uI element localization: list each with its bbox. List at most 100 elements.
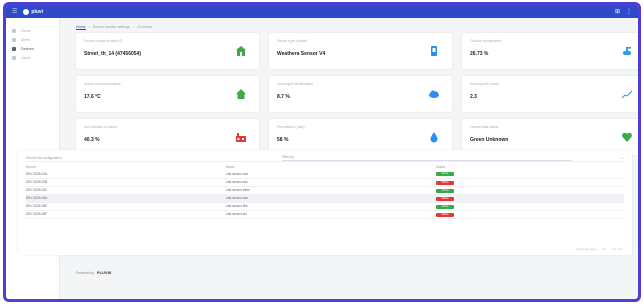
chevron-down-icon[interactable]: ⌄ bbox=[621, 155, 624, 160]
sidebar-item-devices[interactable]: Devices bbox=[6, 44, 59, 53]
card-label: Device type (model) bbox=[277, 39, 308, 43]
table-row[interactable]: DEV-2025-02B unit-sensor-two Offline bbox=[26, 178, 624, 187]
cell-name: unit-sensor-six bbox=[226, 210, 436, 219]
cell-status: Offline bbox=[436, 194, 624, 203]
rows-per-page-select[interactable]: 10 bbox=[602, 247, 605, 251]
card-label: Device unique location ID bbox=[84, 39, 123, 43]
card-label: Wind speed in kmh bbox=[470, 82, 499, 86]
status-badge: Active bbox=[436, 204, 454, 209]
table-row[interactable]: DEV-2025-03C unit-sensor-three Active bbox=[26, 186, 624, 195]
card-value: 2.3 bbox=[470, 94, 477, 100]
nav-icon bbox=[12, 46, 16, 51]
cell-name: unit-sensor-five bbox=[226, 202, 436, 211]
card-value: Green Unknown bbox=[470, 137, 509, 143]
table-row[interactable]: DEV-2025-05E unit-sensor-five Active bbox=[26, 202, 624, 211]
card-label: Soil pollution in plants bbox=[84, 125, 117, 129]
metric-cards: Device unique location ID Street_th_14 (4… bbox=[76, 33, 638, 155]
card-label: Outdoor temperature bbox=[470, 39, 502, 43]
cell-device: DEV-2025-03C bbox=[26, 186, 226, 195]
breadcrumb: Home › Device monitor settings › Overvie… bbox=[76, 24, 632, 30]
nav-icon bbox=[12, 37, 16, 42]
status-badge: Offline bbox=[436, 196, 454, 201]
status-badge: Active bbox=[436, 188, 454, 193]
metric-card[interactable]: Indoor wind temperature 17.6 °C bbox=[76, 76, 259, 112]
table-title: Device list configuration bbox=[26, 155, 62, 160]
table-row[interactable]: DEV-2025-06F unit-sensor-six Offline bbox=[26, 210, 624, 219]
card-label: Overall data status bbox=[470, 125, 499, 129]
breadcrumb-item-home[interactable]: Home bbox=[76, 25, 86, 30]
card-value: Street_th_14 (47456054) bbox=[84, 51, 141, 57]
apps-icon[interactable]: ⊞ bbox=[615, 8, 620, 15]
card-value: 26.73 % bbox=[470, 51, 489, 57]
trend-icon bbox=[621, 88, 633, 100]
more-icon[interactable]: ⋮ bbox=[626, 8, 632, 15]
breadcrumb-separator: › bbox=[133, 25, 135, 29]
sidebar-item-label: Alerts bbox=[21, 37, 31, 42]
card-value: 8.7 % bbox=[277, 94, 290, 100]
device-table: Device Name Status DEV-2025-01A unit-sens… bbox=[26, 164, 624, 219]
table-row[interactable]: DEV-2025-01A unit-sensor-one Active bbox=[26, 170, 624, 179]
cell-status: Active bbox=[436, 170, 624, 179]
app-logo[interactable]: pluvi bbox=[23, 8, 44, 15]
rows-per-page-label: Rows per page bbox=[576, 247, 597, 251]
page-range: 1-6 of 6 bbox=[611, 247, 622, 251]
status-badge: Active bbox=[436, 172, 454, 177]
cell-device: DEV-2025-04D bbox=[26, 194, 226, 203]
metric-card[interactable]: Device type (model) Weathera Sensor V4 bbox=[269, 33, 452, 69]
cell-status: Offline bbox=[436, 210, 624, 219]
nav-icon bbox=[12, 55, 16, 60]
cell-device: DEV-2025-01A bbox=[26, 170, 226, 179]
metric-card[interactable]: Outdoor temperature 26.73 % bbox=[462, 33, 638, 69]
breadcrumb-item-settings[interactable]: Device monitor settings bbox=[93, 25, 130, 29]
faucet-icon bbox=[621, 45, 633, 57]
cell-device: DEV-2025-06F bbox=[26, 210, 226, 219]
card-value: 40.3 % bbox=[84, 137, 100, 143]
sidebar-item-alerts[interactable]: Alerts bbox=[6, 35, 59, 44]
status-badge: Offline bbox=[436, 212, 454, 217]
metric-card[interactable]: Wind speed in kmh 2.3 bbox=[462, 76, 638, 112]
status-badge: Offline bbox=[436, 180, 454, 185]
brand-name: pluvi bbox=[31, 8, 44, 15]
heart-icon bbox=[621, 131, 633, 143]
card-value: Weathera Sensor V4 bbox=[277, 51, 326, 57]
metric-card[interactable]: Cloud type identification 8.7 % bbox=[269, 76, 452, 112]
table-row[interactable]: DEV-2025-04D unit-sensor-four Offline bbox=[26, 194, 624, 203]
card-label: Precipitation (rain) bbox=[277, 125, 305, 129]
top-bar: ☰ pluvi ⊞ ⋮ bbox=[6, 5, 638, 18]
cell-name: unit-sensor-two bbox=[226, 178, 436, 187]
topbar-actions: ⊞ ⋮ bbox=[615, 8, 632, 15]
cloud-icon bbox=[428, 88, 440, 100]
logo-mark-icon bbox=[23, 8, 30, 15]
cell-status: Active bbox=[436, 186, 624, 195]
filter-select[interactable]: Filter by bbox=[281, 155, 572, 161]
card-value: 17.6 °C bbox=[84, 94, 101, 100]
device-icon bbox=[428, 45, 440, 57]
cell-device: DEV-2025-02B bbox=[26, 178, 226, 187]
sidebar-item-users[interactable]: Users bbox=[6, 53, 59, 62]
sidebar-item-label: Users bbox=[21, 55, 31, 60]
card-label: Indoor wind temperature bbox=[84, 82, 121, 86]
menu-icon[interactable]: ☰ bbox=[12, 8, 17, 15]
cell-name: unit-sensor-one bbox=[226, 170, 436, 179]
pagination: Rows per page 10 1-6 of 6 bbox=[576, 247, 622, 251]
metric-card[interactable]: Device unique location ID Street_th_14 (4… bbox=[76, 33, 259, 69]
factory-icon bbox=[235, 131, 247, 143]
card-value: 58 % bbox=[277, 137, 289, 143]
cell-name: unit-sensor-three bbox=[226, 186, 436, 195]
app-window: ☰ pluvi ⊞ ⋮ Home Alerts Devices Users Home … bbox=[3, 2, 641, 302]
cell-status: Active bbox=[436, 202, 624, 211]
drop-icon bbox=[428, 131, 440, 143]
sidebar-item-label: Devices bbox=[21, 46, 34, 51]
footer-label: Powered by bbox=[76, 270, 94, 275]
cell-status: Offline bbox=[436, 178, 624, 187]
breadcrumb-item-overview: Overview bbox=[137, 25, 153, 29]
cell-device: DEV-2025-05E bbox=[26, 202, 226, 211]
breadcrumb-separator: › bbox=[88, 25, 90, 29]
table-toolbar: Device list configuration Filter by ⌄ bbox=[26, 154, 624, 162]
card-label: Cloud type identification bbox=[277, 82, 314, 86]
footer-brand[interactable]: PLUVIK bbox=[97, 270, 112, 275]
cell-name: unit-sensor-four bbox=[226, 194, 436, 203]
footer: Powered by PLUVIK bbox=[76, 270, 112, 275]
home-icon bbox=[235, 45, 247, 57]
sidebar-item-home[interactable]: Home bbox=[6, 26, 59, 35]
